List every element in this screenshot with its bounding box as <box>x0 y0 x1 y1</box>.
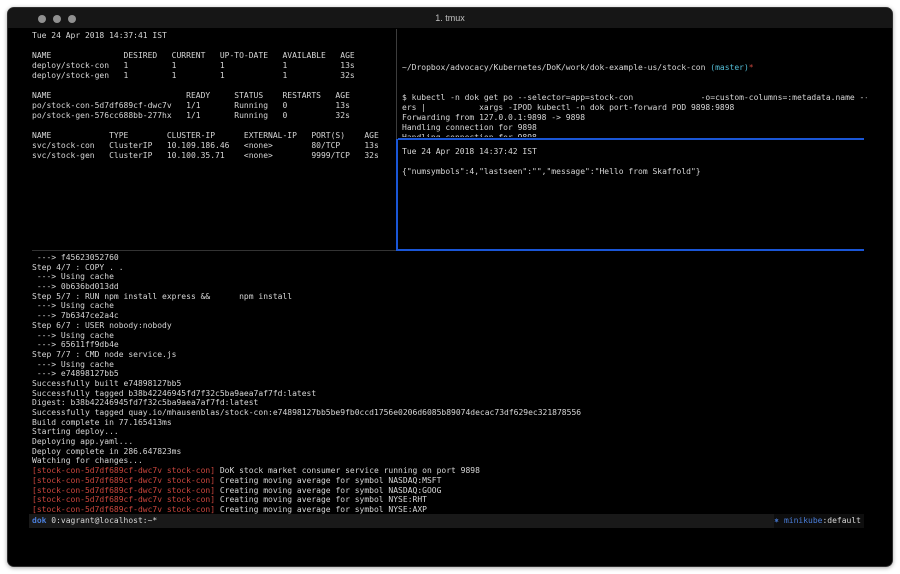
terminal-line: Build complete in 77.165413ms <box>32 418 865 428</box>
terminal-line: ---> Using cache <box>32 272 865 282</box>
terminal-line: Step 4/7 : COPY . . <box>32 263 865 273</box>
kube-context: minikube <box>784 516 823 525</box>
pane-curl-output[interactable]: Tue 24 Apr 2018 14:37:42 IST {"numsymbol… <box>402 147 867 247</box>
tmux-status-bar: dok 0:vagrant@localhost:~* ⎈ minikube:de… <box>29 514 864 528</box>
terminal-line: $ kubectl -n dok get po --selector=app=s… <box>402 93 867 103</box>
terminal-line: ers | xargs -IPOD kubectl -n dok port-fo… <box>402 103 867 113</box>
terminal-line: ---> Using cache <box>32 301 865 311</box>
terminal-line: po/stock-con-5d7df689cf-dwc7v 1/1 Runnin… <box>32 101 394 111</box>
terminal-line: Deploy complete in 286.647823ms <box>32 447 865 457</box>
terminal-line: Step 5/7 : RUN npm install express && np… <box>32 292 865 302</box>
kube-namespace: :default <box>822 516 861 525</box>
log-pod-prefix: [stock-con-5d7df689cf-dwc7v stock-con] <box>32 476 215 485</box>
terminal-line <box>32 81 394 91</box>
terminal-line: Step 7/7 : CMD node service.js <box>32 350 865 360</box>
kubernetes-helm-icon: ⎈ <box>774 516 784 525</box>
terminal-line: Forwarding from 127.0.0.1:9898 -> 9898 <box>402 113 867 123</box>
log-pod-prefix: [stock-con-5d7df689cf-dwc7v stock-con] <box>32 466 215 475</box>
window-title: 1. tmux <box>8 8 892 29</box>
terminal-line: NAME DESIRED CURRENT UP-TO-DATE AVAILABL… <box>32 51 394 61</box>
terminal-line: Digest: b38b42246945fd7f32c5ba9aea7af7fd… <box>32 398 865 408</box>
terminal-line: ---> 65611ff9db4e <box>32 340 865 350</box>
window-label[interactable]: 0:vagrant@localhost:~* <box>46 516 157 525</box>
log-message: DoK stock market consumer service runnin… <box>215 466 480 475</box>
log-message: Creating moving average for symbol NASDA… <box>215 486 441 495</box>
terminal-line: Tue 24 Apr 2018 14:37:41 IST <box>32 31 394 41</box>
terminal-line: ---> 0b636bd013dd <box>32 282 865 292</box>
pane-divider-vertical-inactive[interactable] <box>396 29 397 139</box>
terminal-line: ---> Using cache <box>32 360 865 370</box>
terminal-line: [stock-con-5d7df689cf-dwc7v stock-con] C… <box>32 486 865 496</box>
pane-divider-bottom-inactive[interactable] <box>32 250 396 251</box>
log-pod-prefix: [stock-con-5d7df689cf-dwc7v stock-con] <box>32 505 215 514</box>
log-message: Creating moving average for symbol NYSE:… <box>215 495 427 504</box>
pane-divider-vertical-active[interactable] <box>396 139 398 251</box>
terminal-line <box>402 157 867 167</box>
window-titlebar[interactable]: 1. tmux <box>8 8 892 29</box>
tmux-terminal[interactable]: Tue 24 Apr 2018 14:37:41 IST NAME DESIRE… <box>8 29 892 566</box>
terminal-line: [stock-con-5d7df689cf-dwc7v stock-con] C… <box>32 495 865 505</box>
terminal-line: Watching for changes... <box>32 456 865 466</box>
terminal-line: Handling connection for 9898 <box>402 133 867 137</box>
terminal-line: [stock-con-5d7df689cf-dwc7v stock-con] D… <box>32 466 865 476</box>
terminal-line: ---> 7b6347ce2a4c <box>32 311 865 321</box>
log-message: Creating moving average for symbol NYSE:… <box>215 505 427 514</box>
terminal-line: po/stock-gen-576cc688bb-277hx 1/1 Runnin… <box>32 111 394 121</box>
terminal-line: Handling connection for 9898 <box>402 123 867 133</box>
terminal-line: Deploying app.yaml... <box>32 437 865 447</box>
terminal-line: svc/stock-gen ClusterIP 10.100.35.71 <no… <box>32 151 394 161</box>
terminal-line: [stock-con-5d7df689cf-dwc7v stock-con] C… <box>32 476 865 486</box>
terminal-window: 1. tmux Tue 24 Apr 2018 14:37:41 IST NAM… <box>7 7 893 567</box>
pane-divider-bottom-active[interactable] <box>396 249 864 251</box>
terminal-line: ---> Using cache <box>32 331 865 341</box>
git-dirty-indicator: * <box>749 63 754 72</box>
terminal-line: Successfully built e74898127bb5 <box>32 379 865 389</box>
terminal-line <box>32 41 394 51</box>
terminal-line: ---> e74898127bb5 <box>32 369 865 379</box>
shell-prompt-line: ~/Dropbox/advocacy/Kubernetes/DoK/work/d… <box>402 63 867 73</box>
git-branch-label: (master) <box>710 63 749 72</box>
terminal-line: Step 6/7 : USER nobody:nobody <box>32 321 865 331</box>
log-pod-prefix: [stock-con-5d7df689cf-dwc7v stock-con] <box>32 495 215 504</box>
pane-divider-horizontal-active[interactable] <box>398 138 864 140</box>
port-forward-output: $ kubectl -n dok get po --selector=app=s… <box>402 93 867 137</box>
terminal-line: Starting deploy... <box>32 427 865 437</box>
terminal-line: svc/stock-con ClusterIP 10.109.186.46 <n… <box>32 141 394 151</box>
pane-port-forward[interactable]: ~/Dropbox/advocacy/Kubernetes/DoK/work/d… <box>402 43 867 137</box>
terminal-line: {"numsymbols":4,"lastseen":"","message":… <box>402 167 867 177</box>
terminal-line: deploy/stock-con 1 1 1 1 13s <box>32 61 394 71</box>
status-right: ⎈ minikube:default <box>774 514 864 528</box>
pane-skaffold-build-log[interactable]: ---> f45623052760Step 4/7 : COPY . . ---… <box>32 253 865 515</box>
status-left: dok 0:vagrant@localhost:~* <box>29 514 157 528</box>
prompt-path: ~/Dropbox/advocacy/Kubernetes/DoK/work/d… <box>402 63 710 72</box>
session-name[interactable]: dok <box>32 516 46 525</box>
terminal-line: Successfully tagged quay.io/mhausenblas/… <box>32 408 865 418</box>
log-message: Creating moving average for symbol NASDA… <box>215 476 441 485</box>
terminal-line: NAME TYPE CLUSTER-IP EXTERNAL-IP PORT(S)… <box>32 131 394 141</box>
terminal-line: Successfully tagged b38b42246945fd7f32c5… <box>32 389 865 399</box>
terminal-line: deploy/stock-gen 1 1 1 1 32s <box>32 71 394 81</box>
log-pod-prefix: [stock-con-5d7df689cf-dwc7v stock-con] <box>32 486 215 495</box>
pane-kubectl-status[interactable]: Tue 24 Apr 2018 14:37:41 IST NAME DESIRE… <box>32 31 394 247</box>
terminal-line: ---> f45623052760 <box>32 253 865 263</box>
terminal-line <box>32 121 394 131</box>
terminal-line: Tue 24 Apr 2018 14:37:42 IST <box>402 147 867 157</box>
terminal-line: NAME READY STATUS RESTARTS AGE <box>32 91 394 101</box>
